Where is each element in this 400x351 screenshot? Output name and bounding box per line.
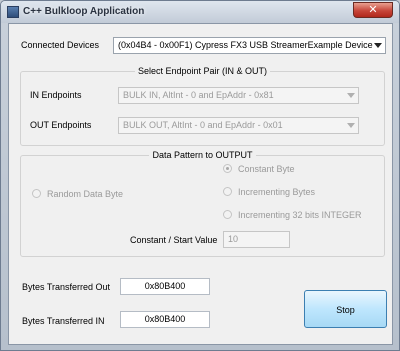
chevron-down-icon	[347, 93, 355, 98]
app-window: C++ Bulkloop Application ✕ Connected Dev…	[0, 0, 400, 351]
radio-indicator-checked	[223, 164, 232, 173]
in-endpoints-value: BULK IN, AltInt - 0 and EpAddr - 0x81	[123, 90, 274, 100]
incrementing-bytes-radio[interactable]: Incrementing Bytes	[223, 187, 315, 197]
connected-devices-dropdown[interactable]: (0x04B4 - 0x00F1) Cypress FX3 USB Stream…	[113, 37, 386, 54]
chevron-down-icon	[347, 123, 355, 128]
endpoint-pair-title: Select Endpoint Pair (IN & OUT)	[134, 66, 271, 76]
connected-devices-label: Connected Devices	[21, 40, 100, 50]
incrementing-bytes-label: Incrementing Bytes	[238, 187, 316, 197]
bytes-in-label: Bytes Transferred IN	[22, 316, 105, 326]
data-pattern-group: Data Pattern to OUTPUT Random Data Byte …	[20, 150, 385, 257]
radio-indicator	[32, 189, 41, 198]
app-icon	[7, 6, 19, 18]
incrementing-32bit-radio[interactable]: Incrementing 32 bits INTEGER	[223, 210, 362, 220]
constant-byte-radio[interactable]: Constant Byte	[223, 164, 295, 174]
data-pattern-title: Data Pattern to OUTPUT	[149, 150, 256, 160]
connected-devices-value: (0x04B4 - 0x00F1) Cypress FX3 USB Stream…	[118, 40, 373, 50]
radio-indicator	[223, 210, 232, 219]
in-endpoints-dropdown[interactable]: BULK IN, AltInt - 0 and EpAddr - 0x81	[118, 87, 359, 104]
close-button[interactable]: ✕	[353, 2, 393, 18]
title-bar[interactable]: C++ Bulkloop Application ✕	[1, 1, 399, 23]
incrementing-32bit-label: Incrementing 32 bits INTEGER	[238, 210, 362, 220]
bytes-out-label: Bytes Transferred Out	[22, 282, 111, 292]
out-endpoints-label: OUT Endpoints	[30, 120, 92, 130]
radio-indicator	[223, 187, 232, 196]
random-data-label: Random Data Byte	[47, 189, 124, 199]
bytes-in-value: 0x80B400	[120, 311, 210, 328]
random-data-radio[interactable]: Random Data Byte	[32, 189, 123, 199]
start-value-input[interactable]: 10	[223, 231, 290, 248]
bytes-out-value: 0x80B400	[120, 278, 210, 295]
out-endpoints-dropdown[interactable]: BULK OUT, AltInt - 0 and EpAddr - 0x01	[118, 117, 359, 134]
stop-button[interactable]: Stop	[304, 290, 387, 328]
chevron-down-icon	[374, 43, 382, 48]
endpoint-pair-group: Select Endpoint Pair (IN & OUT) IN Endpo…	[20, 66, 385, 146]
window-title: C++ Bulkloop Application	[23, 6, 145, 17]
close-icon: ✕	[368, 4, 378, 16]
out-endpoints-value: BULK OUT, AltInt - 0 and EpAddr - 0x01	[123, 120, 283, 130]
start-value-label: Constant / Start Value	[130, 235, 218, 245]
in-endpoints-label: IN Endpoints	[30, 90, 82, 100]
constant-byte-label: Constant Byte	[238, 164, 295, 174]
main-panel: Connected Devices (0x04B4 - 0x00F1) Cypr…	[8, 23, 393, 345]
